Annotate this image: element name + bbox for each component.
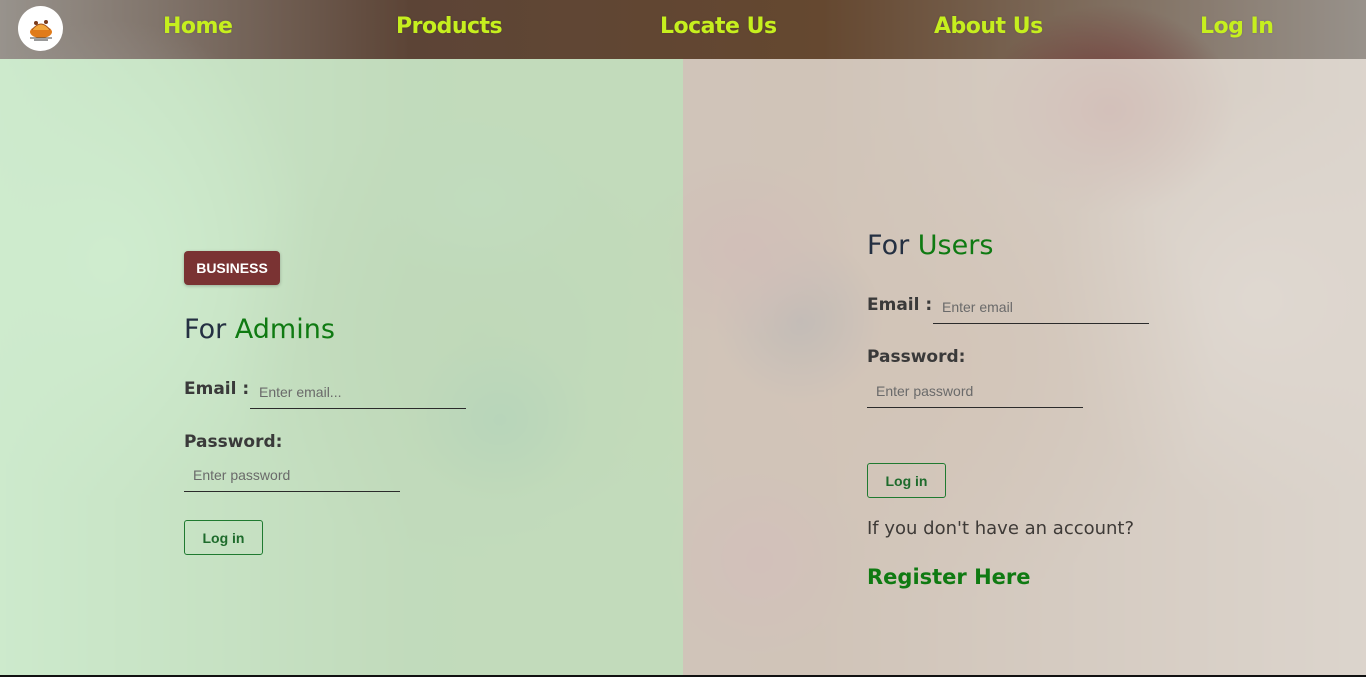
admin-email-label: Email : [184,379,250,399]
user-heading-prefix: For [867,230,910,261]
user-login-button[interactable]: Log in [867,463,946,498]
nav-products-link[interactable]: Products [396,14,503,39]
user-password-input[interactable] [867,374,1083,408]
user-heading: For Users [867,230,993,261]
user-email-input[interactable] [933,290,1149,324]
nav-log-in-link[interactable]: Log In [1200,14,1274,39]
admin-heading: For Admins [184,314,335,345]
user-email-label: Email : [867,295,933,315]
business-badge: BUSINESS [184,251,280,285]
no-account-text: If you don't have an account? [867,518,1135,539]
bakery-logo-icon[interactable] [18,6,63,51]
user-password-label: Password: [867,347,966,367]
admin-password-label: Password: [184,432,283,452]
admin-password-input[interactable] [184,458,400,492]
logo-graphic [29,19,52,41]
admin-email-input[interactable] [250,375,466,409]
nav-about-us-link[interactable]: About Us [934,14,1043,39]
register-here-link[interactable]: Register Here [867,565,1031,589]
user-heading-accent: Users [917,230,994,261]
nav-home-link[interactable]: Home [163,14,233,39]
admin-login-panel [0,59,683,675]
nav-locate-us-link[interactable]: Locate Us [660,14,777,39]
top-navbar: Home Products Locate Us About Us Log In [0,0,1366,59]
admin-heading-accent: Admins [234,314,335,345]
admin-heading-prefix: For [184,314,227,345]
admin-login-button[interactable]: Log in [184,520,263,555]
